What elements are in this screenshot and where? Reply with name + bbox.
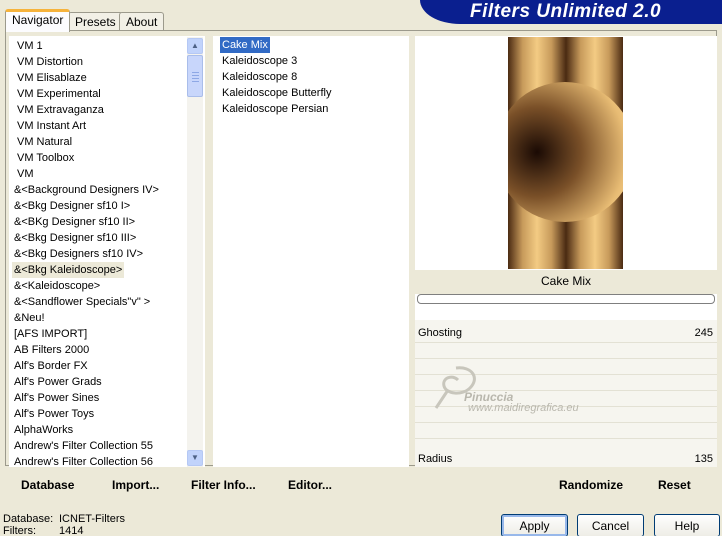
- filters-count-value: 1414: [59, 525, 84, 536]
- watermark-url: www.maidiregrafica.eu: [468, 402, 579, 414]
- scroll-down-arrow-icon[interactable]: ▼: [187, 450, 203, 466]
- category-item[interactable]: &<Bkg Designer sf10 III>: [12, 230, 138, 246]
- category-item[interactable]: AlphaWorks: [12, 422, 75, 438]
- category-item[interactable]: &<Bkg Designers sf10 IV>: [12, 246, 145, 262]
- app-title: Filters Unlimited 2.0: [470, 1, 662, 22]
- help-button[interactable]: Help: [654, 514, 720, 536]
- category-scrollbar[interactable]: ▲ ▼: [187, 37, 203, 467]
- param-radius-label: Radius: [418, 453, 453, 465]
- category-item[interactable]: &<Background Designers IV>: [12, 182, 161, 198]
- import-button[interactable]: Import...: [112, 478, 159, 492]
- category-item[interactable]: VM Elisablaze: [15, 70, 89, 86]
- category-item[interactable]: Andrew's Filter Collection 55: [12, 438, 155, 454]
- filter-item[interactable]: Kaleidoscope Persian: [220, 101, 330, 117]
- category-item[interactable]: &<Bkg Designer sf10 I>: [12, 198, 132, 214]
- filters-count-label: Filters:: [3, 525, 36, 536]
- progress-bar: [417, 294, 715, 304]
- tab-about[interactable]: About: [119, 12, 165, 31]
- category-item[interactable]: Alf's Border FX: [12, 358, 90, 374]
- category-item[interactable]: Alf's Power Grads: [12, 374, 104, 390]
- filter-item[interactable]: Cake Mix: [220, 37, 270, 53]
- category-item[interactable]: Alf's Power Toys: [12, 406, 96, 422]
- filter-item[interactable]: Kaleidoscope 8: [220, 69, 299, 85]
- tab-navigator[interactable]: Navigator: [5, 9, 71, 32]
- category-list[interactable]: VM 1 VM Distortion VM Elisablaze VM Experim…: [9, 36, 205, 467]
- param-ghosting-label: Ghosting: [418, 327, 463, 339]
- category-item[interactable]: VM Natural: [15, 134, 74, 150]
- database-button[interactable]: Database: [21, 478, 74, 492]
- scroll-up-arrow-icon[interactable]: ▲: [187, 38, 203, 54]
- preview-image: [508, 37, 623, 269]
- category-item[interactable]: AB Filters 2000: [12, 342, 91, 358]
- scroll-thumb[interactable]: [187, 55, 203, 97]
- slider-track: [415, 358, 717, 359]
- filter-info-button[interactable]: Filter Info...: [191, 478, 256, 492]
- filter-item[interactable]: Kaleidoscope Butterfly: [220, 85, 333, 101]
- category-item[interactable]: VM Toolbox: [15, 150, 76, 166]
- slider-track: [415, 422, 717, 423]
- randomize-button[interactable]: Randomize: [559, 478, 623, 492]
- category-item[interactable]: Alf's Power Sines: [12, 390, 101, 406]
- database-label: Database:: [3, 513, 54, 525]
- reset-button[interactable]: Reset: [658, 478, 691, 492]
- slider-track: [415, 342, 717, 343]
- category-item[interactable]: &<Bkg Kaleidoscope>: [12, 262, 125, 278]
- category-item[interactable]: &<Kaleidoscope>: [12, 278, 102, 294]
- filter-list[interactable]: Cake Mix Kaleidoscope 3 Kaleidoscope 8 Kale…: [213, 36, 409, 467]
- selected-filter-name: Cake Mix: [540, 274, 591, 288]
- category-item[interactable]: VM: [15, 166, 36, 182]
- filter-item[interactable]: Kaleidoscope 3: [220, 53, 299, 69]
- cancel-button[interactable]: Cancel: [577, 514, 644, 536]
- param-ghosting-value: 245: [694, 327, 713, 339]
- category-item[interactable]: [AFS IMPORT]: [12, 326, 89, 342]
- category-item[interactable]: &<BKg Designer sf10 II>: [12, 214, 137, 230]
- slider-track: [415, 438, 717, 439]
- tab-presets[interactable]: Presets: [68, 12, 123, 31]
- category-item[interactable]: Andrew's Filter Collection 56: [12, 454, 155, 467]
- category-item[interactable]: VM 1: [15, 38, 45, 54]
- category-item[interactable]: VM Instant Art: [15, 118, 88, 134]
- category-item[interactable]: &<Sandflower Specials"v" >: [12, 294, 152, 310]
- category-item[interactable]: VM Distortion: [15, 54, 85, 70]
- watermark: Pinuccia www.maidiregrafica.eu: [416, 362, 666, 414]
- category-item[interactable]: &Neu!: [12, 310, 47, 326]
- apply-button[interactable]: Apply: [501, 514, 568, 536]
- category-item[interactable]: VM Extravaganza: [15, 102, 106, 118]
- category-item[interactable]: VM Experimental: [15, 86, 103, 102]
- database-value: ICNET-Filters: [59, 513, 125, 525]
- editor-button[interactable]: Editor...: [288, 478, 332, 492]
- param-radius-value: 135: [694, 453, 713, 465]
